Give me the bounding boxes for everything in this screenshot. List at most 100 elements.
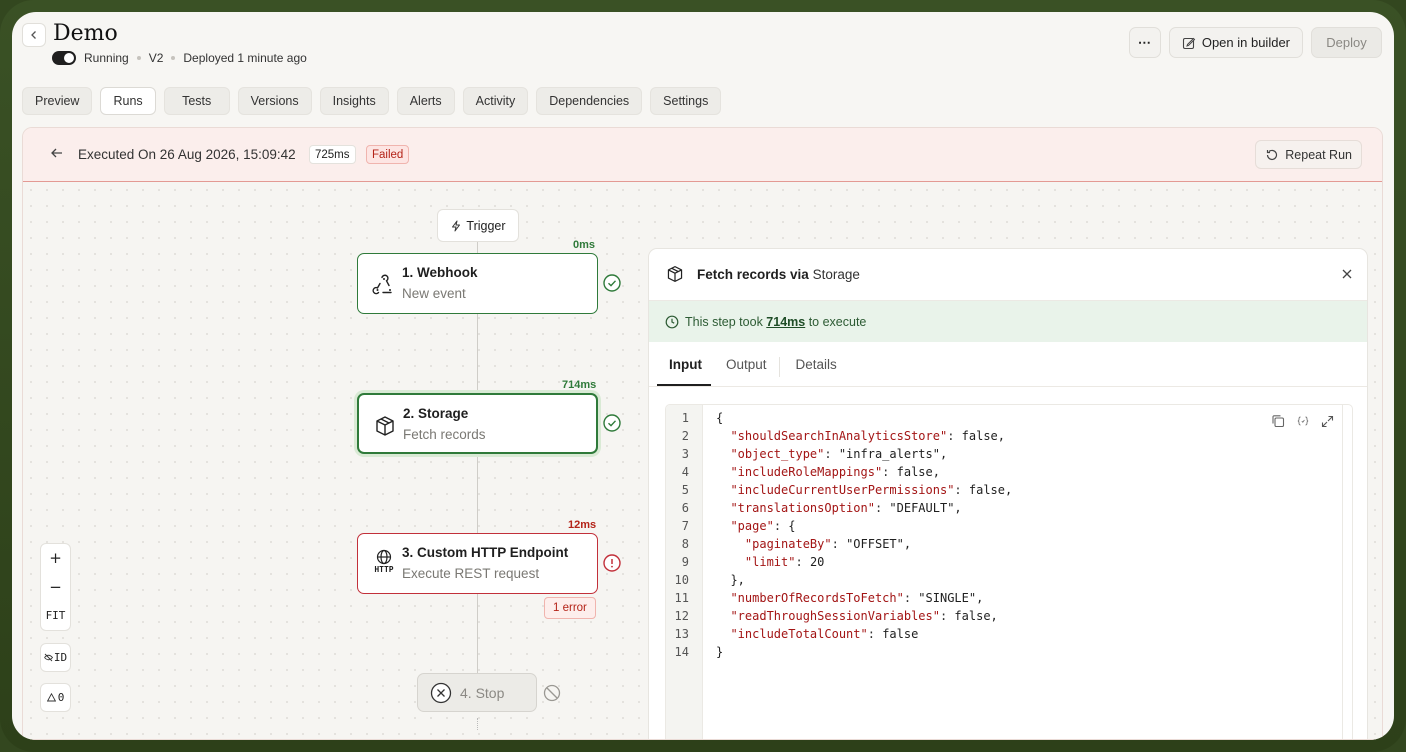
tab-activity[interactable]: Activity xyxy=(462,87,529,115)
stop-node[interactable]: 4. Stop xyxy=(417,673,537,712)
node-subtitle: New event xyxy=(402,286,466,301)
workflow-meta: Running V2 Deployed 1 minute ago xyxy=(52,51,307,65)
fit-button[interactable]: FIT xyxy=(41,601,70,630)
json-code-viewer[interactable]: 1 {2 "shouldSearchInAnalyticsStore": fals… xyxy=(665,404,1353,739)
check-circle-icon xyxy=(603,274,621,292)
flow-canvas[interactable]: Trigger 0ms 1. Webhook New event 714ms 2… xyxy=(23,182,1382,739)
node-error-chip[interactable]: 1 error xyxy=(544,597,596,619)
deploy-button[interactable]: Deploy xyxy=(1311,27,1382,58)
code-scrollbar[interactable] xyxy=(1342,405,1352,739)
node-title: 2. Storage xyxy=(403,406,469,421)
step-duration-banner: This step took 714ms to execute xyxy=(649,301,1367,342)
warnings-button[interactable]: 0 xyxy=(40,683,71,712)
run-executed-text: Executed On 26 Aug 2026, 15:09:42 xyxy=(78,147,296,162)
node-title: 1. Webhook xyxy=(402,265,478,280)
panel-title-prefix: Fetch records via xyxy=(697,267,813,282)
run-status-badge: Failed xyxy=(366,145,410,164)
app-frame: Demo Running V2 Deployed 1 minute ago ⋯ … xyxy=(0,0,1406,752)
code-line: "includeCurrentUserPermissions": false, xyxy=(730,483,1013,497)
flow-connector-tail xyxy=(477,718,478,730)
clock-icon xyxy=(665,315,679,328)
close-icon[interactable] xyxy=(1341,265,1353,285)
more-button[interactable]: ⋯ xyxy=(1128,27,1161,58)
app-window: Demo Running V2 Deployed 1 minute ago ⋯ … xyxy=(12,12,1394,740)
code-line: "paginateBy": "OFFSET", xyxy=(744,537,912,551)
run-detail: Executed On 26 Aug 2026, 15:09:42 725ms … xyxy=(22,127,1383,740)
code-line: "shouldSearchInAnalyticsStore": false, xyxy=(730,429,1006,443)
rotate-ccw-icon xyxy=(1267,149,1278,160)
tab-runs[interactable]: Runs xyxy=(100,87,156,115)
node-duration: 714ms xyxy=(562,379,597,391)
tab-output[interactable]: Output xyxy=(714,357,780,377)
open-builder-button[interactable]: Open in builder xyxy=(1168,27,1303,58)
zoom-in-button[interactable]: + xyxy=(41,544,70,573)
line-number: 1 xyxy=(681,411,689,425)
code-line: } xyxy=(716,645,724,659)
code-line: "limit": 20 xyxy=(744,555,825,569)
chevron-left-icon xyxy=(31,31,36,39)
step-detail-panel: Fetch records via Storage This step took… xyxy=(648,248,1368,739)
line-number: 10 xyxy=(674,573,689,587)
tab-tests[interactable]: Tests xyxy=(163,87,230,115)
copy-icon[interactable] xyxy=(1271,414,1285,428)
line-number: 3 xyxy=(681,447,689,461)
took-prefix: This step took xyxy=(685,314,767,329)
package-icon xyxy=(372,413,398,439)
status-text: Running xyxy=(84,51,129,65)
took-suffix: to execute xyxy=(805,314,867,329)
running-toggle[interactable] xyxy=(52,51,76,65)
code-line: "translationsOption": "DEFAULT", xyxy=(730,501,962,515)
http-endpoint-node[interactable]: HTTP 3. Custom HTTP Endpoint Execute RES… xyxy=(357,533,598,594)
line-number: 14 xyxy=(674,645,689,659)
edit-icon xyxy=(1182,37,1196,49)
toggle-id-button[interactable]: ID xyxy=(40,643,71,672)
ban-icon xyxy=(543,684,561,702)
node-subtitle: Execute REST request xyxy=(402,566,540,581)
warning-count: 0 xyxy=(57,691,65,704)
tab-preview[interactable]: Preview xyxy=(22,87,93,115)
line-number: 4 xyxy=(681,465,689,479)
run-header: Executed On 26 Aug 2026, 15:09:42 725ms … xyxy=(23,128,1382,182)
line-number: 2 xyxy=(681,429,689,443)
http-icon-label: HTTP xyxy=(374,564,394,574)
tab-insights[interactable]: Insights xyxy=(319,87,389,115)
run-duration-badge: 725ms xyxy=(309,145,356,164)
expand-icon[interactable] xyxy=(1321,415,1334,428)
arrow-left-icon[interactable] xyxy=(50,146,64,165)
tab-details[interactable]: Details xyxy=(780,357,849,377)
header-actions: ⋯ Open in builder Deploy xyxy=(1128,27,1382,58)
code-line: "object_type": "infra_alerts", xyxy=(730,447,948,461)
separator-dot xyxy=(136,56,141,60)
tab-dependencies[interactable]: Dependencies xyxy=(536,87,643,115)
panel-title-service: Storage xyxy=(812,267,860,282)
code-line: "readThroughSessionVariables": false, xyxy=(730,609,998,623)
format-json-icon[interactable] xyxy=(1297,415,1309,427)
tab-input[interactable]: Input xyxy=(657,357,714,377)
panel-tabs: Input Output Details xyxy=(657,355,849,386)
line-number: 12 xyxy=(674,609,689,623)
code-line: "includeRoleMappings": false, xyxy=(730,465,940,479)
took-value: 714ms xyxy=(766,314,806,329)
line-number: 8 xyxy=(681,537,689,551)
alert-circle-icon xyxy=(603,554,621,572)
back-button[interactable] xyxy=(22,23,46,47)
tab-versions[interactable]: Versions xyxy=(237,87,312,115)
repeat-run-button[interactable]: Repeat Run xyxy=(1255,140,1362,169)
node-subtitle: Fetch records xyxy=(403,427,486,442)
tab-settings[interactable]: Settings xyxy=(650,87,722,115)
line-number: 13 xyxy=(674,627,689,641)
code-line: "numberOfRecordsToFetch": "SINGLE", xyxy=(730,591,984,605)
repeat-run-label: Repeat Run xyxy=(1285,147,1352,162)
webhook-icon xyxy=(371,272,397,298)
code-toolbar xyxy=(1271,414,1334,428)
id-label: ID xyxy=(53,651,68,664)
separator-dot xyxy=(171,56,176,60)
tab-alerts[interactable]: Alerts xyxy=(396,87,455,115)
code-line: }, xyxy=(716,573,745,587)
check-circle-icon xyxy=(603,414,621,432)
trigger-node[interactable]: Trigger xyxy=(437,209,519,242)
webhook-node[interactable]: 1. Webhook New event xyxy=(357,253,598,314)
page-title: Demo xyxy=(53,21,118,46)
storage-node[interactable]: 2. Storage Fetch records xyxy=(357,393,598,454)
zoom-out-button[interactable]: − xyxy=(41,573,70,602)
